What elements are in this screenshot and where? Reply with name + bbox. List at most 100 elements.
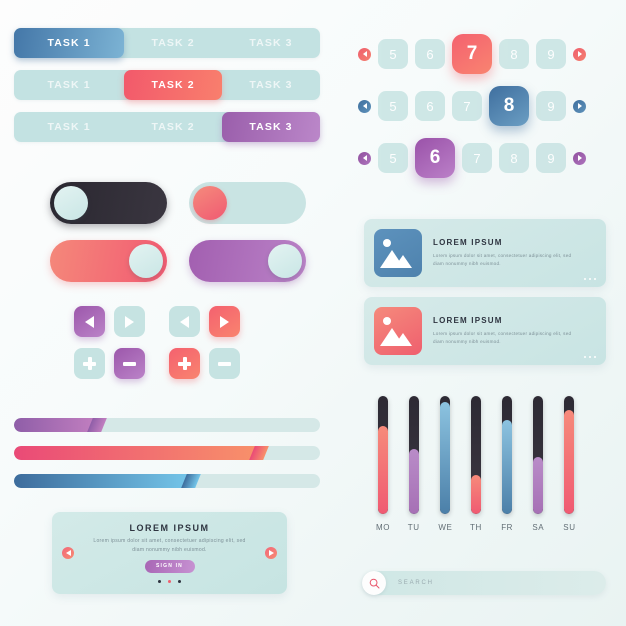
slider-label-tu: TU xyxy=(407,523,420,532)
media-card-title: LOREM IPSUM xyxy=(433,237,503,247)
ui-kit-canvas: TASK 1 TASK 2 TASK 3 TASK 1 TASK 2 TASK 3 TASK… xyxy=(0,0,626,626)
task-segment[interactable]: TASK 1 xyxy=(14,112,124,142)
task-segment[interactable]: TASK 1 xyxy=(14,70,124,100)
slider-fill xyxy=(564,410,575,514)
slider-we[interactable] xyxy=(439,396,450,514)
slider-day-labels: MO TU WE TH FR SA SU xyxy=(376,523,576,532)
pagination-page[interactable]: 6 xyxy=(415,39,445,69)
carousel-dot[interactable] xyxy=(158,579,161,583)
task-segment[interactable]: TASK 3 xyxy=(222,28,320,58)
arrow-right-button[interactable] xyxy=(114,306,145,337)
pagination-next-button[interactable] xyxy=(573,99,586,113)
slider-label-th: TH xyxy=(470,523,482,532)
pagination-page[interactable]: 6 xyxy=(415,91,445,121)
pagination-page[interactable]: 8 xyxy=(499,39,529,69)
arrow-right-icon xyxy=(220,315,229,328)
slider-su[interactable] xyxy=(564,396,575,514)
task-segment-active[interactable]: TASK 1 xyxy=(14,28,125,58)
media-card-title: LOREM IPSUM xyxy=(433,315,503,325)
pagination-page[interactable]: 9 xyxy=(536,143,566,173)
search-bar[interactable]: SEARCH xyxy=(362,571,606,595)
media-card[interactable]: LOREM IPSUM Lorem ipsum dolor sit amet, c… xyxy=(364,297,606,365)
slider-tu[interactable] xyxy=(408,396,419,514)
carousel-prev-button[interactable] xyxy=(62,547,74,559)
toggle-switch-off[interactable] xyxy=(50,182,167,224)
progress-bar[interactable] xyxy=(14,474,320,488)
mountain-icon xyxy=(380,250,412,268)
progress-bar[interactable] xyxy=(14,418,320,432)
pagination-prev-button[interactable] xyxy=(358,151,371,165)
task-segment[interactable]: TASK 2 xyxy=(124,112,222,142)
slider-label-we: WE xyxy=(438,523,453,532)
toggle-knob[interactable] xyxy=(129,244,163,278)
minus-button[interactable] xyxy=(114,348,145,379)
pagination-page[interactable]: 7 xyxy=(462,143,492,173)
progress-bar[interactable] xyxy=(14,446,320,460)
pagination-numbers: 56789 xyxy=(378,86,566,126)
slider-fill xyxy=(439,401,450,514)
pagination-page[interactable]: 5 xyxy=(378,91,408,121)
pagination-page-active[interactable]: 7 xyxy=(452,34,492,74)
carousel-dot[interactable] xyxy=(178,579,181,583)
toggle-switch-on[interactable] xyxy=(189,240,306,282)
pagination-page[interactable]: 5 xyxy=(378,143,408,173)
arrow-left-button[interactable] xyxy=(169,306,200,337)
toggle-knob[interactable] xyxy=(54,186,88,220)
arrow-left-button[interactable] xyxy=(74,306,105,337)
pagination-next-button[interactable] xyxy=(573,47,586,61)
slider-mo[interactable] xyxy=(377,396,388,514)
carousel-dot-active[interactable] xyxy=(168,579,171,583)
task-segment-active[interactable]: TASK 3 xyxy=(222,112,320,142)
chevron-right-icon xyxy=(577,155,582,161)
more-dots-icon[interactable] xyxy=(583,355,596,358)
media-card-body: Lorem ipsum dolor sit amet, consectetuer… xyxy=(433,252,572,266)
plus-button[interactable] xyxy=(74,348,105,379)
minus-button[interactable] xyxy=(209,348,240,379)
toggle-knob[interactable] xyxy=(193,186,227,220)
pagination-prev-button[interactable] xyxy=(358,47,371,61)
control-button-pair xyxy=(169,348,240,379)
pagination-page-active[interactable]: 8 xyxy=(489,86,529,126)
progress-bar-fill xyxy=(14,446,259,460)
progress-bar-fill xyxy=(14,418,97,432)
control-buttons-group xyxy=(74,306,270,390)
pagination-page[interactable]: 9 xyxy=(536,39,566,69)
pagination-page-active[interactable]: 6 xyxy=(415,138,455,178)
media-card[interactable]: LOREM IPSUM Lorem ipsum dolor sit amet, c… xyxy=(364,219,606,287)
search-icon-button[interactable] xyxy=(362,571,386,595)
slider-sa[interactable] xyxy=(533,396,544,514)
minus-icon xyxy=(123,357,136,370)
carousel-card[interactable]: LOREM IPSUM Lorem ipsum dolor sit amet, … xyxy=(52,512,287,594)
task-segment[interactable]: TASK 3 xyxy=(222,70,320,100)
task-bar: TASK 1 TASK 2 TASK 3 xyxy=(14,70,320,100)
plus-button[interactable] xyxy=(169,348,200,379)
pagination-page[interactable]: 8 xyxy=(499,143,529,173)
arrow-right-button[interactable] xyxy=(209,306,240,337)
toggle-switch-on[interactable] xyxy=(50,240,167,282)
slider-fr[interactable] xyxy=(502,396,513,514)
pagination-prev-button[interactable] xyxy=(358,99,371,113)
pagination-page[interactable]: 9 xyxy=(536,91,566,121)
pagination-row: 56789 xyxy=(358,132,610,184)
sun-icon xyxy=(383,317,391,325)
more-dots-icon[interactable] xyxy=(583,277,596,280)
pagination-next-button[interactable] xyxy=(573,151,586,165)
control-button-pair xyxy=(74,306,145,337)
carousel-next-button[interactable] xyxy=(265,547,277,559)
pagination-page[interactable]: 5 xyxy=(378,39,408,69)
sign-in-button[interactable]: SIGN IN xyxy=(144,559,195,573)
chevron-left-icon xyxy=(362,51,367,57)
toggle-knob[interactable] xyxy=(268,244,302,278)
slider-fill xyxy=(470,475,481,514)
toggle-switch-off[interactable] xyxy=(189,182,306,224)
task-segment-active[interactable]: TASK 2 xyxy=(124,70,223,100)
slider-column xyxy=(407,396,420,514)
slider-th[interactable] xyxy=(470,396,481,514)
toggle-group xyxy=(50,182,306,298)
toggle-row xyxy=(50,182,306,224)
control-button-row xyxy=(74,348,270,379)
task-segment[interactable]: TASK 2 xyxy=(124,28,222,58)
pagination-page[interactable]: 7 xyxy=(452,91,482,121)
slider-column xyxy=(469,396,482,514)
search-input[interactable]: SEARCH xyxy=(398,580,434,586)
